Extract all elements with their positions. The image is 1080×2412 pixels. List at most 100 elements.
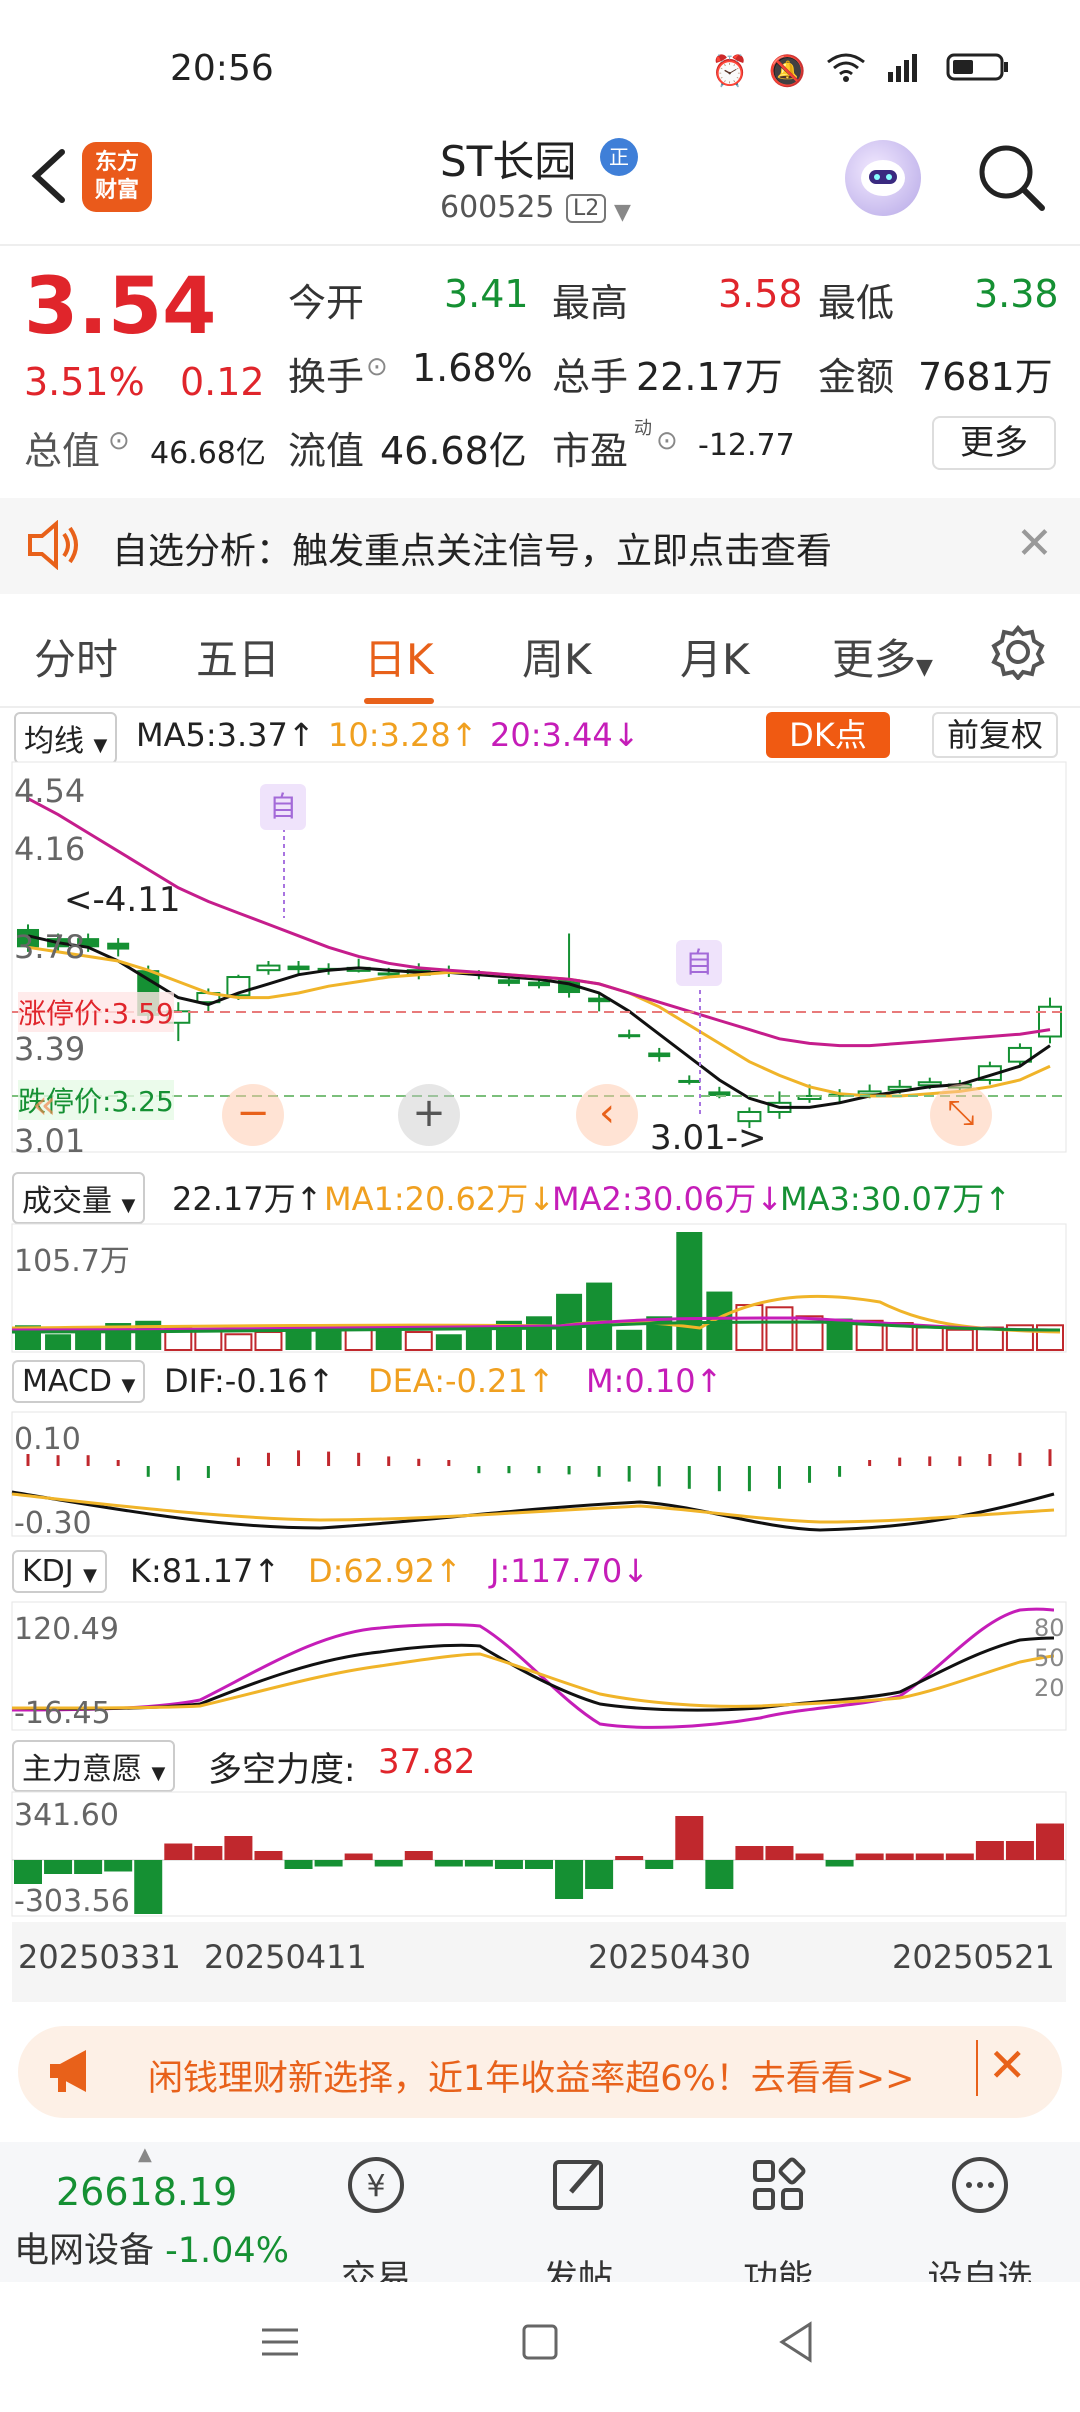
macd-bar xyxy=(747,1466,751,1492)
volume-chart[interactable] xyxy=(0,1222,1080,1354)
volume-selector[interactable]: 成交量 ▼ xyxy=(12,1172,146,1224)
info-icon[interactable]: ⊙ xyxy=(366,352,388,382)
float-cap-value: 46.68亿 xyxy=(380,429,527,473)
force-bar xyxy=(434,1860,463,1867)
macd-bar xyxy=(417,1458,421,1466)
zoom-in-button[interactable]: + xyxy=(398,1084,460,1146)
main-force-chart[interactable] xyxy=(0,1790,1080,1918)
turnover-label: 换手 xyxy=(288,355,365,399)
settings-icon[interactable] xyxy=(990,624,1046,684)
sector-name[interactable]: 电网设备 -1.04% xyxy=(14,2222,289,2273)
back-nav-icon[interactable] xyxy=(776,2320,816,2368)
macd-bar xyxy=(687,1466,691,1489)
volume-bar xyxy=(945,1328,974,1352)
candle[interactable] xyxy=(678,1079,701,1083)
kdj-selector-label: KDJ xyxy=(22,1554,74,1589)
macd-bar xyxy=(1018,1452,1022,1466)
macd-bar xyxy=(236,1457,240,1466)
force-value: 37.82 xyxy=(378,1742,476,1782)
more-button[interactable]: 更多 xyxy=(932,416,1056,470)
dif-text: DIF:-0.16 xyxy=(164,1362,308,1400)
kdj-selector[interactable]: KDJ ▼ xyxy=(12,1550,108,1593)
volume-bar xyxy=(254,1331,283,1352)
force-bar xyxy=(344,1853,373,1860)
assistant-robot-icon[interactable] xyxy=(845,140,921,216)
status-bar: 20:56 ⏰ 🔕 xyxy=(0,0,1080,140)
notice-text[interactable]: 自选分析：触发重点关注信号，立即点击查看 xyxy=(112,522,832,574)
adjust-mode-button[interactable]: 前复权 xyxy=(932,712,1058,758)
tab-daily-k[interactable]: 日K xyxy=(364,626,434,687)
candle[interactable] xyxy=(497,979,520,984)
volume-bar xyxy=(375,1329,402,1350)
force-bar xyxy=(1005,1841,1034,1860)
tab-more-label: 更多 xyxy=(832,635,917,684)
macd-bar xyxy=(477,1466,481,1474)
info-icon[interactable]: ⊙ xyxy=(656,426,678,456)
tab-weekly-k[interactable]: 周K xyxy=(522,626,592,687)
menu-icon[interactable] xyxy=(258,2322,302,2366)
candle[interactable] xyxy=(528,981,550,987)
force-bar xyxy=(254,1851,283,1860)
stock-name[interactable]: ST长园 xyxy=(440,128,576,189)
dif-value: DIF:-0.16↑ xyxy=(164,1362,335,1400)
macd-bar xyxy=(958,1456,962,1466)
pe-value: -12.77 xyxy=(698,428,795,463)
tab-five-day[interactable]: 五日 xyxy=(196,626,280,687)
force-bar xyxy=(44,1860,73,1874)
close-icon[interactable]: ✕ xyxy=(1016,518,1053,569)
force-bar xyxy=(855,1853,884,1860)
macd-selector[interactable]: MACD ▼ xyxy=(12,1360,146,1403)
current-price: 3.54 xyxy=(24,262,217,352)
macd-bar xyxy=(838,1466,842,1477)
trade-icon[interactable]: ¥ xyxy=(306,2150,446,2233)
kdj-chart[interactable] xyxy=(0,1600,1080,1732)
clock: 20:56 xyxy=(170,48,274,89)
volume-value: 22.17万 xyxy=(636,355,783,399)
post-icon[interactable] xyxy=(508,2150,648,2233)
main-force-selector[interactable]: 主力意愿 ▼ xyxy=(12,1740,176,1792)
ma-selector[interactable]: 均线 ▼ xyxy=(14,712,118,764)
promo-text[interactable]: 闲钱理财新选择，近1年收益率超6%！去看看>> xyxy=(148,2050,914,2101)
force-bar xyxy=(945,1853,974,1860)
tab-more[interactable]: 更多▼ xyxy=(832,626,933,687)
app-logo[interactable]: 东方 财富 xyxy=(82,142,152,212)
force-bar xyxy=(585,1860,614,1889)
close-icon[interactable]: ✕ xyxy=(988,2038,1027,2092)
force-bar xyxy=(975,1841,1004,1860)
scroll-left-icon[interactable]: « xyxy=(32,1082,56,1128)
candle[interactable] xyxy=(287,965,310,971)
zoom-out-button[interactable]: − xyxy=(222,1084,284,1146)
self-select-marker[interactable]: 自 xyxy=(676,940,722,986)
dea-text: DEA:-0.21 xyxy=(368,1362,528,1400)
vma2: MA2:30.06万↓ xyxy=(552,1180,784,1218)
level2-badge[interactable]: L2 xyxy=(566,194,607,223)
macd-chart[interactable] xyxy=(0,1410,1080,1538)
prev-button[interactable]: ‹ xyxy=(576,1084,638,1146)
search-button[interactable] xyxy=(976,142,1046,212)
candle[interactable] xyxy=(648,1052,671,1058)
back-button[interactable] xyxy=(22,140,82,210)
j-value: J:117.70↓ xyxy=(490,1552,649,1590)
d-value: D:62.92↑ xyxy=(308,1552,462,1590)
home-icon[interactable] xyxy=(520,2322,560,2366)
features-icon[interactable] xyxy=(708,2150,848,2233)
info-icon[interactable]: ⊙ xyxy=(108,426,130,456)
volume-current: 22.17万↑ xyxy=(172,1180,323,1218)
dk-point-button[interactable]: DK点 xyxy=(766,712,890,758)
macd-bar xyxy=(928,1456,932,1466)
self-select-marker[interactable]: 自 xyxy=(260,784,306,830)
sector-index[interactable]: 26618.19 xyxy=(56,2170,237,2214)
more-options-icon[interactable] xyxy=(910,2150,1050,2233)
expand-up-icon[interactable]: ▲ xyxy=(138,2144,152,2165)
macd-bar xyxy=(176,1466,180,1481)
candle[interactable] xyxy=(107,942,130,950)
tab-intraday[interactable]: 分时 xyxy=(34,626,118,687)
candle[interactable] xyxy=(618,1034,641,1038)
dropdown-icon[interactable]: ▼ xyxy=(614,200,631,225)
expand-icon[interactable]: ⤡ xyxy=(930,1084,992,1146)
tab-monthly-k[interactable]: 月K xyxy=(680,626,750,687)
candle[interactable] xyxy=(256,964,281,972)
force-bar xyxy=(14,1860,42,1884)
macd-bar xyxy=(657,1466,661,1487)
force-bar xyxy=(194,1846,223,1860)
